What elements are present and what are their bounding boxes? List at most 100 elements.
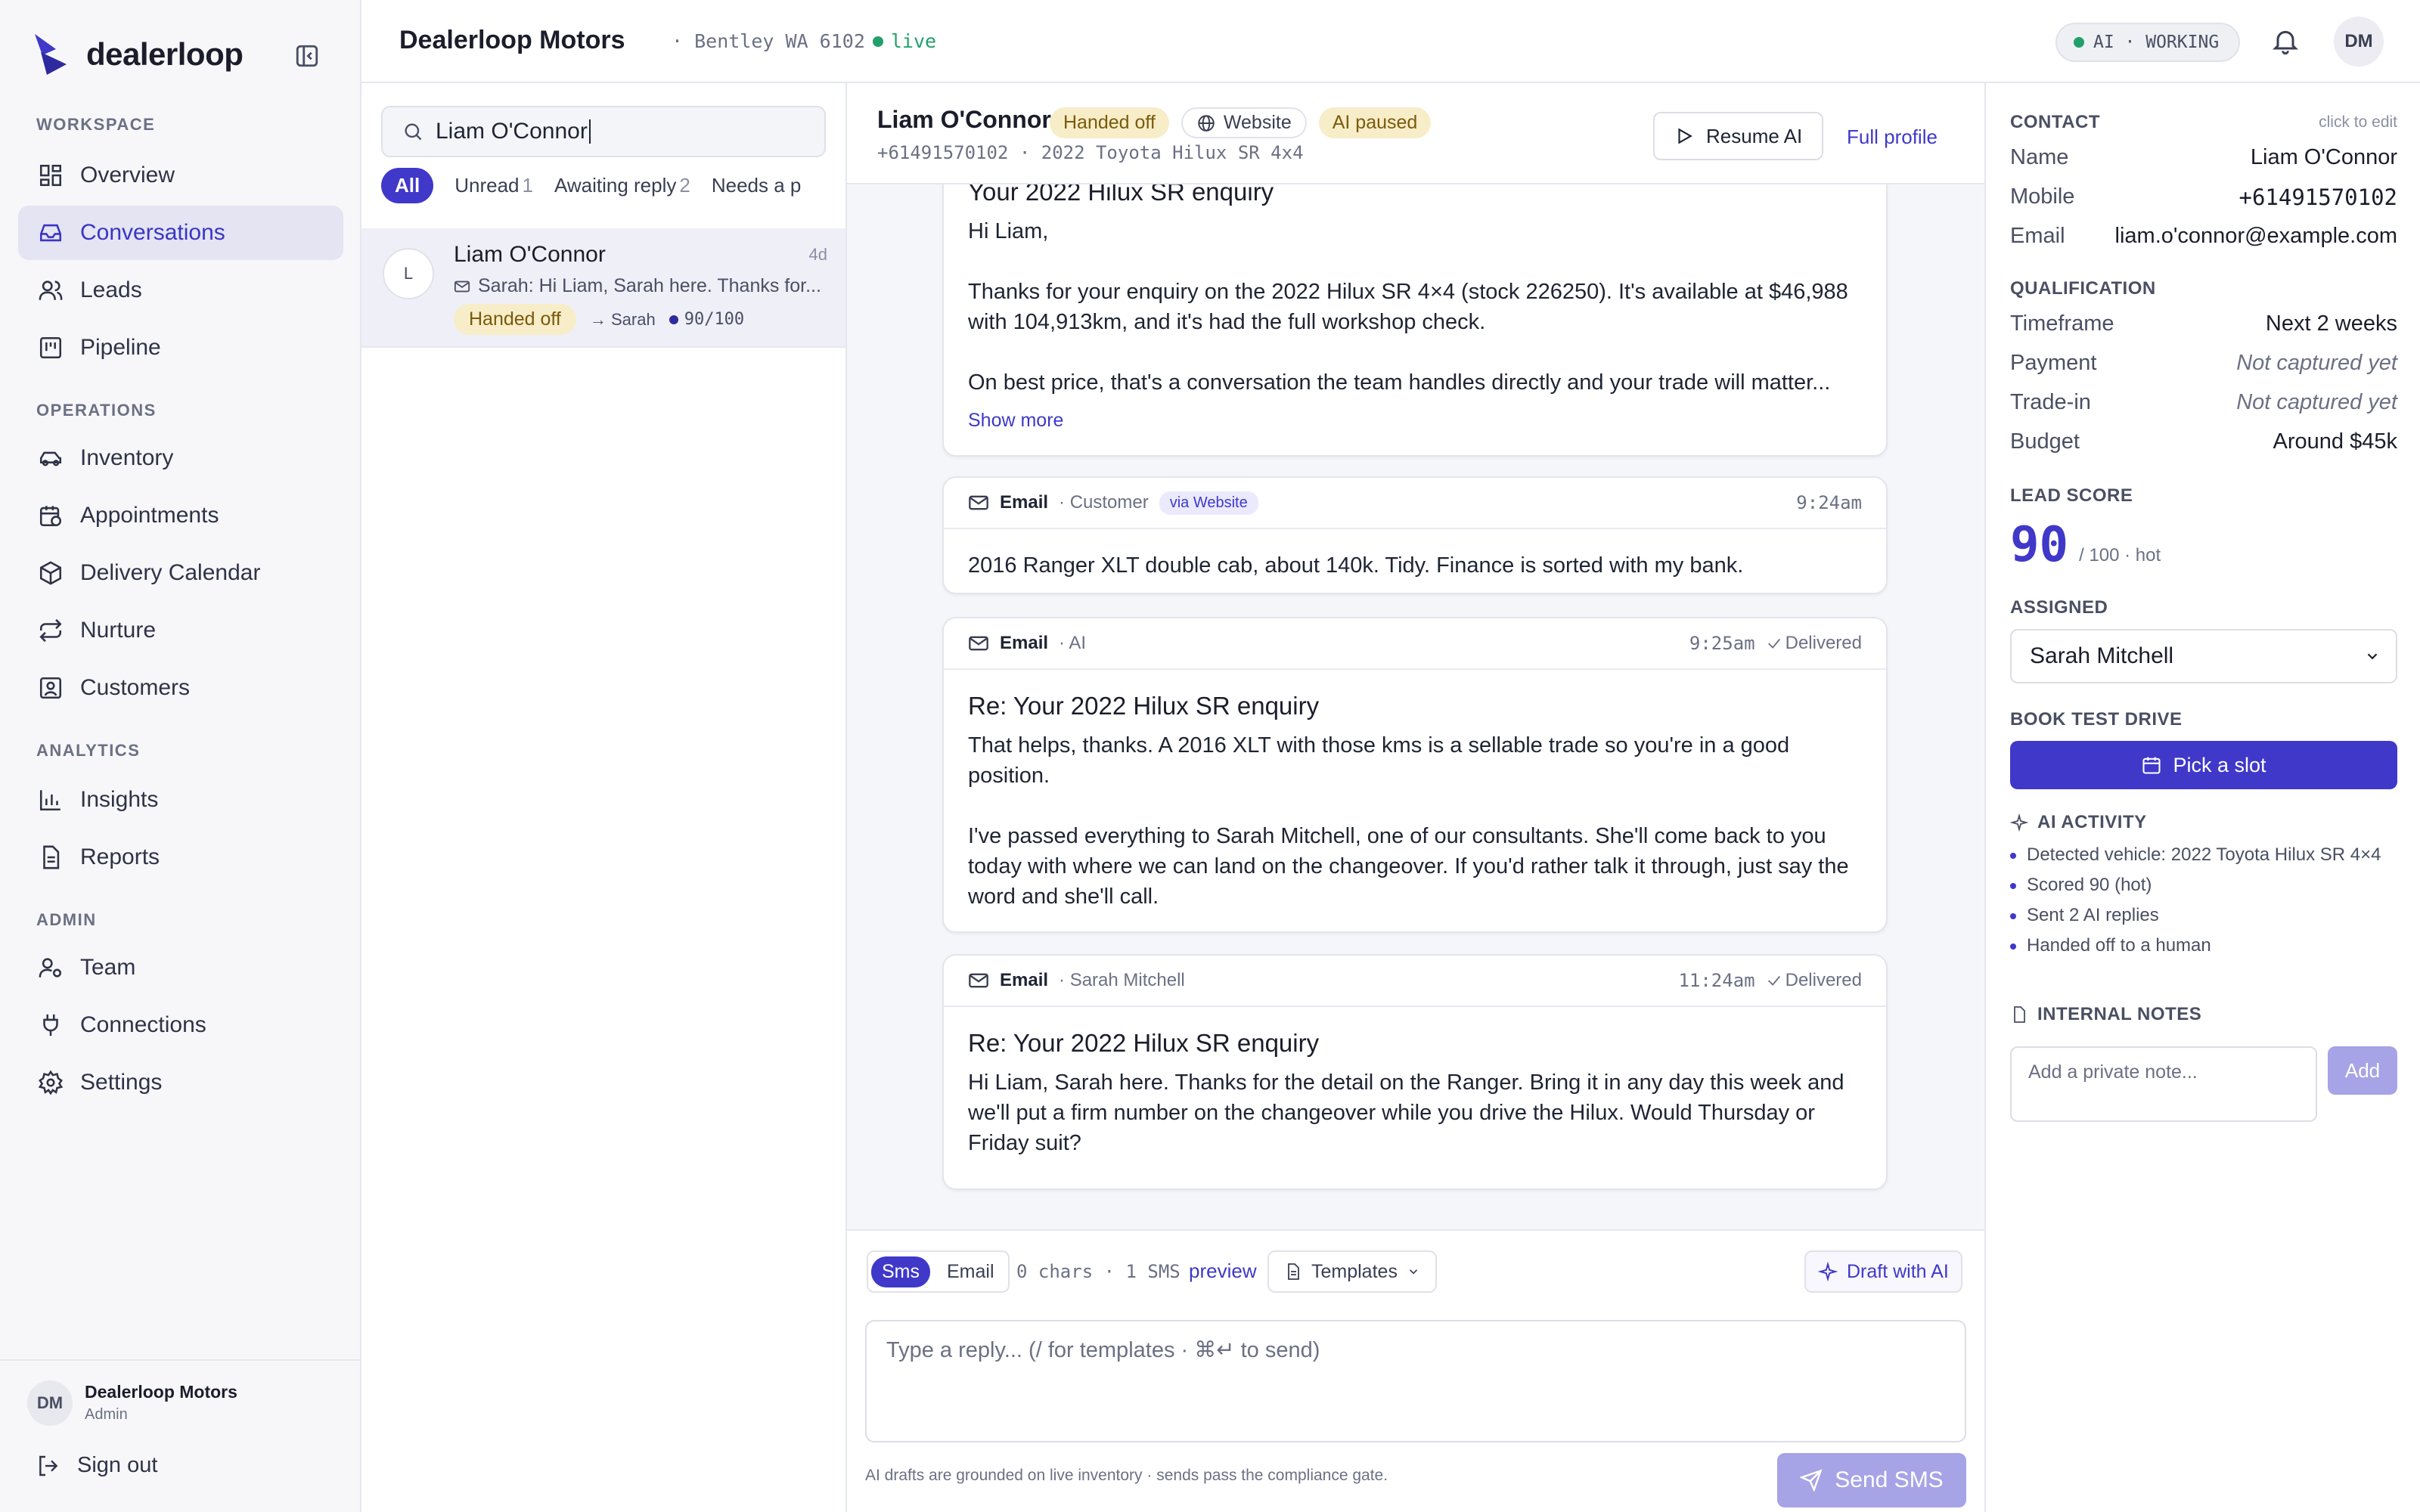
reply-input[interactable]: Type a reply... (/ for templates · ⌘↵ to… xyxy=(865,1320,1966,1442)
sidebar-item-connections[interactable]: Connections xyxy=(18,998,343,1052)
live-dot-icon xyxy=(872,36,883,47)
footer-role: Admin xyxy=(85,1406,128,1423)
click-to-edit-hint[interactable]: click to edit xyxy=(2319,113,2397,132)
file-text-icon xyxy=(1288,1263,1299,1280)
sidebar-item-overview[interactable]: Overview xyxy=(18,148,343,203)
sms-tab[interactable]: Sms xyxy=(871,1256,930,1287)
search-input[interactable]: Liam O'Connor xyxy=(381,106,826,157)
contact-mobile-row[interactable]: Mobile +61491570102 xyxy=(2010,184,2397,210)
sidebar-item-appointments[interactable]: Appointments xyxy=(18,488,343,543)
send-sms-button[interactable]: Send SMS xyxy=(1777,1453,1966,1507)
contact-name-row[interactable]: Name Liam O'Connor xyxy=(2010,145,2397,170)
tradein-row[interactable]: Trade-in Not captured yet xyxy=(2010,390,2397,415)
assignee: → Sarah xyxy=(589,309,656,329)
sidebar: dealerloop WORKSPACE Overview Conversati… xyxy=(0,0,361,1512)
timeframe-row[interactable]: Timeframe Next 2 weeks xyxy=(2010,311,2397,336)
field-label: Payment xyxy=(2010,351,2097,375)
pick-slot-button[interactable]: Pick a slot xyxy=(2010,741,2397,789)
assignee-select[interactable]: Sarah Mitchell xyxy=(2010,629,2397,683)
templates-dropdown[interactable]: Templates xyxy=(1267,1250,1437,1293)
user-cog-icon xyxy=(39,958,62,978)
sidebar-item-label: Nurture xyxy=(80,618,157,643)
avatar[interactable]: DM xyxy=(2334,17,2384,67)
payment-row[interactable]: Payment Not captured yet xyxy=(2010,351,2397,376)
field-label: Email xyxy=(2010,224,2065,248)
sidebar-item-label: Reports xyxy=(80,844,160,869)
text-cursor xyxy=(588,119,591,144)
car-icon xyxy=(39,451,62,466)
filter-all[interactable]: All xyxy=(381,167,434,203)
list-item: Sent 2 AI replies xyxy=(2010,904,2403,927)
sign-out-label: Sign out xyxy=(77,1453,158,1477)
preview-link[interactable]: preview xyxy=(1189,1259,1257,1283)
sidebar-item-nurture[interactable]: Nurture xyxy=(18,603,343,658)
collapse-sidebar-icon[interactable] xyxy=(290,39,324,73)
sidebar-item-delivery-calendar[interactable]: Delivery Calendar xyxy=(18,546,343,600)
bell-icon[interactable] xyxy=(2270,24,2301,57)
conversation-thread: Your 2022 Hilux SR enquiry Hi Liam, Than… xyxy=(847,83,1984,1512)
contact-email-row[interactable]: Email liam.o'connor@example.com xyxy=(2010,224,2397,249)
file-text-icon xyxy=(43,845,60,869)
sidebar-item-reports[interactable]: Reports xyxy=(18,830,343,885)
show-more-link[interactable]: Show more xyxy=(968,405,1862,435)
full-profile-link[interactable]: Full profile xyxy=(1847,125,1938,149)
draft-with-ai-button[interactable]: Draft with AI xyxy=(1804,1250,1962,1293)
filter-unread[interactable]: Unread 1 xyxy=(455,174,533,197)
filter-awaiting-reply[interactable]: Awaiting reply 2 xyxy=(554,174,690,197)
sidebar-item-team[interactable]: Team xyxy=(18,940,343,995)
thread-badges: Handed off Website AI paused xyxy=(1050,107,1432,138)
avatar: L xyxy=(383,248,434,299)
add-note-button[interactable]: Add xyxy=(2328,1046,2397,1095)
check-icon xyxy=(1767,975,1780,986)
sidebar-item-settings[interactable]: Settings xyxy=(18,1055,343,1110)
sign-out-button[interactable]: Sign out xyxy=(36,1453,157,1478)
list-item[interactable]: L Liam O'Connor 4d Sarah: Hi Liam, Sarah… xyxy=(361,228,845,348)
message-card: Your 2022 Hilux SR enquiry Hi Liam, Than… xyxy=(942,171,1888,457)
sidebar-item-leads[interactable]: Leads xyxy=(18,263,343,318)
status-dot-icon xyxy=(2074,37,2084,48)
field-value: liam.o'connor@example.com xyxy=(2114,224,2397,248)
resume-label: Resume AI xyxy=(1706,124,1803,147)
message-header: Email · Sarah Mitchell 11:24am Delivered xyxy=(944,956,1886,1007)
sidebar-item-label: Delivery Calendar xyxy=(80,560,261,585)
filter-label: Unread xyxy=(455,173,520,197)
sidebar-item-conversations[interactable]: Conversations xyxy=(18,206,343,260)
contact-subtitle: +61491570102 · 2022 Toyota Hilux SR 4x4 xyxy=(877,142,1304,163)
sidebar-item-customers[interactable]: Customers xyxy=(18,661,343,715)
sidebar-footer: DM Dealerloop Motors Admin Sign out xyxy=(0,1359,360,1512)
resume-ai-button[interactable]: Resume AI xyxy=(1653,112,1824,160)
search-value: Liam O'Connor xyxy=(436,119,588,144)
filter-count: 1 xyxy=(522,173,533,197)
contact-name: Liam O'Connor xyxy=(877,106,1051,133)
message-header: Email · Customer via Website 9:24am xyxy=(944,478,1886,529)
note-input[interactable]: Add a private note... xyxy=(2010,1046,2317,1122)
field-value: Liam O'Connor xyxy=(2250,145,2397,169)
globe-icon xyxy=(1198,114,1215,132)
sidebar-item-inventory[interactable]: Inventory xyxy=(18,431,343,485)
delivery-text: Delivered xyxy=(1785,970,1862,990)
users-icon xyxy=(39,280,63,300)
footer-org-name: Dealerloop Motors xyxy=(85,1382,237,1402)
email-tab[interactable]: Email xyxy=(936,1256,1005,1287)
lead-score-value: 90 xyxy=(2010,517,2069,573)
ai-status-badge[interactable]: AI · WORKING xyxy=(2055,23,2241,62)
brand[interactable]: dealerloop xyxy=(33,30,244,79)
message-subject: Re: Your 2022 Hilux SR enquiry xyxy=(968,692,1320,720)
sparkle-icon xyxy=(2010,813,2028,832)
budget-row[interactable]: Budget Around $45k xyxy=(2010,429,2397,454)
avatar[interactable]: DM xyxy=(27,1380,73,1426)
kanban-icon xyxy=(39,336,62,359)
source-badge: Website xyxy=(1181,107,1307,138)
assignee-value: Sarah Mitchell xyxy=(2030,643,2174,668)
sidebar-item-label: Team xyxy=(80,955,136,980)
filter-needs-attention[interactable]: Needs a p xyxy=(712,174,802,197)
sidebar-item-label: Insights xyxy=(80,787,159,812)
message-subject: Re: Your 2022 Hilux SR enquiry xyxy=(968,1029,1320,1057)
sidebar-item-pipeline[interactable]: Pipeline xyxy=(18,321,343,375)
field-value: Not captured yet xyxy=(2236,351,2397,375)
sidebar-item-insights[interactable]: Insights xyxy=(18,773,343,827)
compliance-note: AI drafts are grounded on live inventory… xyxy=(865,1467,1388,1484)
nav-section-workspace: WORKSPACE xyxy=(36,115,156,134)
source-text: Website xyxy=(1223,112,1292,133)
org-title: Dealerloop Motors xyxy=(399,26,625,54)
